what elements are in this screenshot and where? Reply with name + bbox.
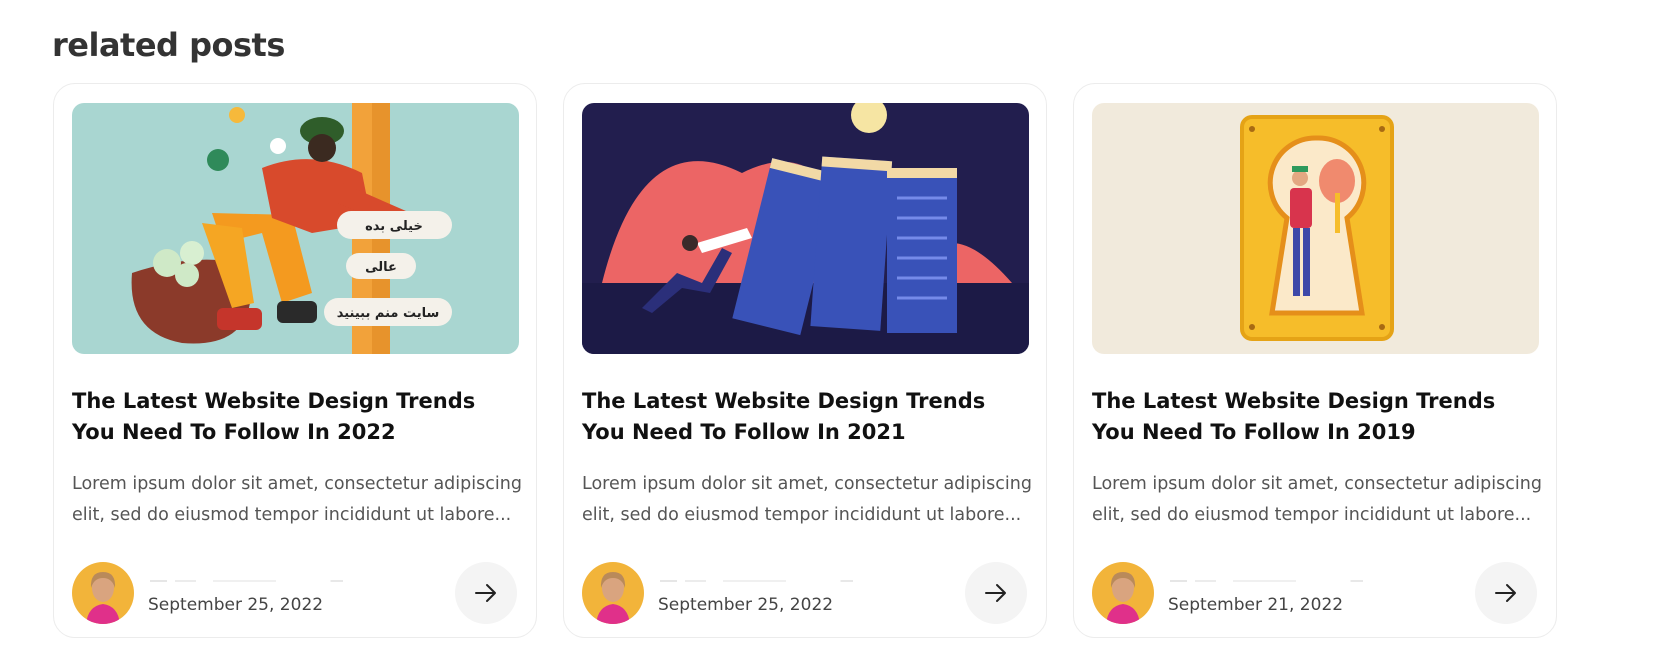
server-racks-illustration: [582, 103, 1029, 354]
post-thumbnail[interactable]: [582, 103, 1029, 354]
arrow-right-icon: [985, 584, 1006, 602]
author-avatar: [72, 562, 134, 624]
post-thumbnail[interactable]: خیلی بده عالی سایت منم ببینید: [72, 103, 519, 354]
keyhole-illustration: [1092, 103, 1539, 354]
post-excerpt: Lorem ipsum dolor sit amet, consectetur …: [582, 474, 1032, 525]
author-avatar: [1092, 562, 1154, 624]
author-name-placeholder: [1170, 580, 1380, 582]
post-date: September 25, 2022: [658, 595, 834, 615]
arrow-right-icon: [475, 584, 496, 602]
post-excerpt: Lorem ipsum dolor sit amet, consectetur …: [1092, 474, 1542, 525]
related-posts-list: خیلی بده عالی سایت منم ببینید The Latest…: [53, 83, 1557, 638]
post-card: خیلی بده عالی سایت منم ببینید The Latest…: [53, 83, 537, 638]
social-reactions-illustration: خیلی بده عالی سایت منم ببینید: [72, 103, 519, 354]
bubble-label: خیلی بده: [365, 219, 423, 234]
arrow-right-icon: [1495, 584, 1516, 602]
post-date: September 21, 2022: [1168, 595, 1344, 615]
read-more-button[interactable]: [965, 562, 1027, 624]
read-more-button[interactable]: [1475, 562, 1537, 624]
read-more-button[interactable]: [455, 562, 517, 624]
post-title[interactable]: The Latest Website Design Trends You Nee…: [1092, 386, 1532, 448]
post-card: The Latest Website Design Trends You Nee…: [1073, 83, 1557, 638]
bubble-label: سایت منم ببینید: [337, 306, 440, 321]
post-thumbnail[interactable]: [1092, 103, 1539, 354]
post-excerpt: Lorem ipsum dolor sit amet, consectetur …: [72, 474, 522, 525]
post-date: September 25, 2022: [148, 595, 324, 615]
author-name-placeholder: [150, 580, 360, 582]
author-name-placeholder: [660, 580, 870, 582]
bubble-label: عالی: [365, 260, 397, 275]
post-card: The Latest Website Design Trends You Nee…: [563, 83, 1047, 638]
post-title[interactable]: The Latest Website Design Trends You Nee…: [72, 386, 512, 448]
post-title[interactable]: The Latest Website Design Trends You Nee…: [582, 386, 1022, 448]
author-avatar: [582, 562, 644, 624]
section-title: related posts: [52, 26, 285, 64]
